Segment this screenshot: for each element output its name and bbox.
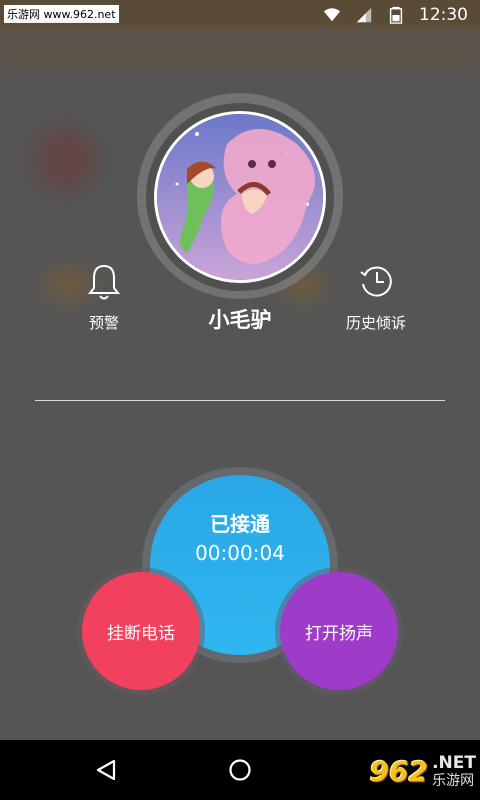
home-icon	[229, 759, 251, 781]
avatar	[154, 111, 326, 283]
hangup-button[interactable]: 挂断电话	[82, 572, 200, 690]
back-icon	[96, 759, 116, 781]
home-button[interactable]	[200, 740, 280, 800]
speaker-button[interactable]: 打开扬声	[280, 572, 398, 690]
wifi-icon	[323, 8, 341, 22]
status-bar: 乐游网 www.962.net 12:30	[0, 0, 480, 30]
site-watermark: 乐游网 www.962.net	[4, 5, 119, 23]
contact-name: 小毛驴	[208, 308, 272, 332]
bell-icon	[87, 264, 121, 300]
logo-net: .NET	[432, 752, 476, 773]
battery-icon	[389, 6, 403, 24]
status-icons: 12:30	[323, 0, 468, 30]
logo-name: 乐游网	[432, 772, 475, 789]
hangup-label: 挂断电话	[107, 623, 175, 644]
clock: 12:30	[419, 5, 468, 25]
signal-icon	[356, 7, 372, 23]
call-status-text: 已接通	[210, 512, 270, 536]
avatar-illustration	[157, 114, 323, 280]
site-logo-watermark: 962 .NET 乐游网	[336, 746, 476, 796]
call-timer: 00:00:04	[195, 541, 285, 565]
back-button[interactable]	[66, 740, 146, 800]
logo-number: 962	[369, 754, 429, 788]
speaker-label: 打开扬声	[305, 623, 373, 644]
history-clock-icon	[360, 266, 392, 297]
divider	[35, 400, 445, 401]
